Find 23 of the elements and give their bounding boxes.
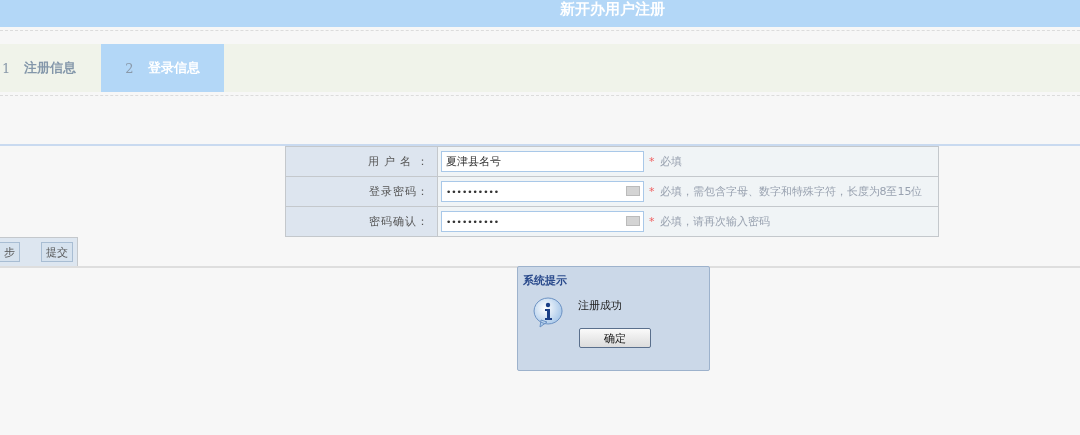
input-field[interactable]: 夏津县名号	[441, 151, 644, 172]
step-number: 2	[125, 60, 134, 76]
dialog-title: 系统提示	[522, 273, 568, 288]
step-label: 注册信息	[24, 59, 77, 77]
input-field[interactable]: ••••••••••	[441, 181, 644, 202]
field-label: 用 户 名 ：	[367, 154, 429, 169]
required-mark: *	[649, 155, 655, 168]
input-field[interactable]: ••••••••••	[441, 211, 644, 232]
field-label: 登录密码：	[369, 184, 429, 199]
required-mark: *	[649, 215, 655, 228]
action-button[interactable]: 提交	[41, 242, 73, 262]
field-hint: 必填，请再次输入密码	[659, 214, 770, 229]
ok-button[interactable]: 确定	[578, 328, 651, 348]
page-title: 新开办用户注册	[560, 0, 665, 18]
required-mark: *	[649, 185, 655, 198]
action-button[interactable]: 步	[0, 242, 20, 262]
dialog-message: 注册成功	[578, 298, 622, 313]
field-label: 密码确认：	[369, 214, 429, 229]
step-number: 1	[2, 60, 11, 76]
step-label: 登录信息	[147, 59, 200, 77]
field-hint: 必填	[659, 154, 682, 169]
info-icon	[532, 296, 564, 328]
field-hint: 必填，需包含字母、数字和特殊字符，长度为8至15位	[659, 184, 923, 199]
